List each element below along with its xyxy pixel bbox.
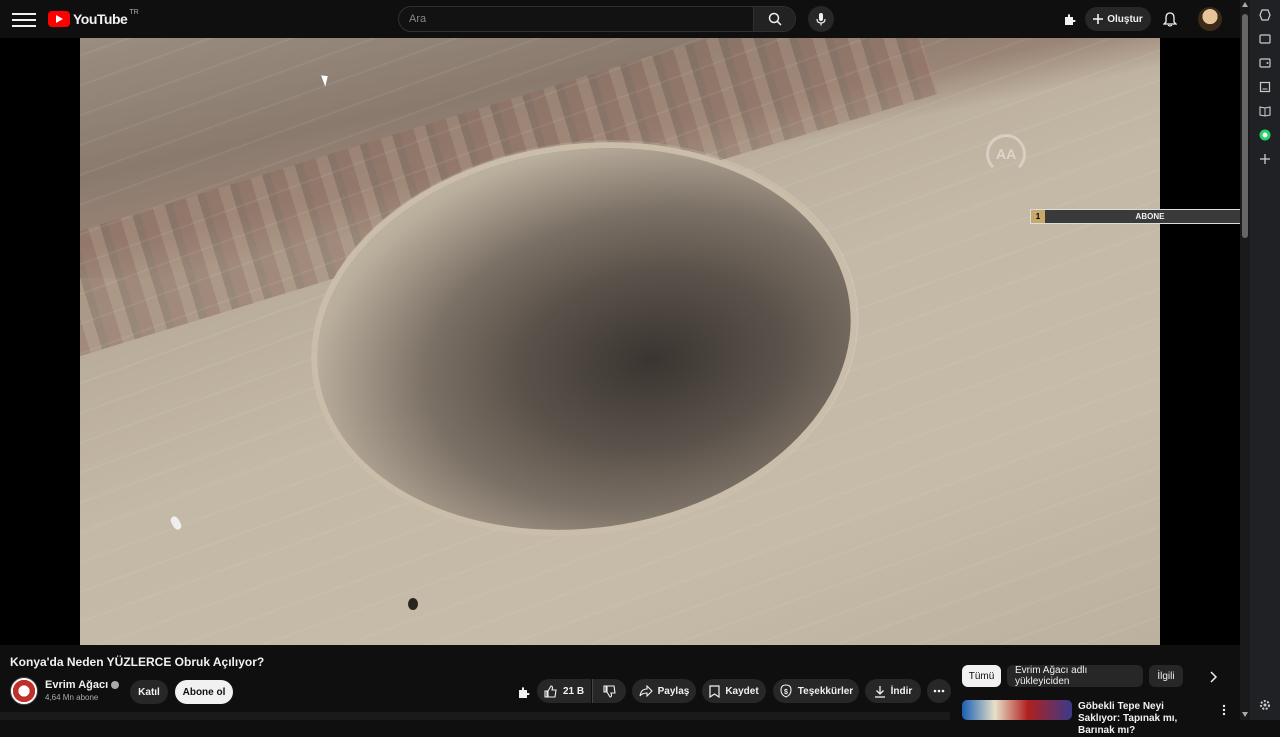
thumbs-down-icon [603, 684, 616, 698]
download-label: İndir [890, 685, 913, 697]
like-button[interactable]: 21 B [537, 679, 591, 703]
puzzle-icon [1065, 14, 1076, 25]
scroll-thumb[interactable] [1242, 14, 1248, 238]
subscribe-button[interactable]: Abone ol [175, 680, 233, 704]
share-label: Paylaş [657, 685, 690, 697]
video-player[interactable]: AA [0, 38, 1240, 645]
video-frame[interactable]: AA [80, 38, 1160, 645]
channel-avatar[interactable] [10, 677, 38, 705]
save-label: Kaydet [725, 685, 759, 697]
side-panel-toggle-icon[interactable] [1258, 8, 1272, 22]
puzzle-icon [519, 687, 530, 698]
scroll-down-icon[interactable] [1242, 712, 1248, 717]
chip-all[interactable]: Tümü [962, 665, 1001, 687]
subscriber-count: 4,64 Mn abone [45, 693, 99, 702]
create-label: Oluştur [1107, 13, 1143, 25]
whatsapp-icon[interactable] [1258, 128, 1272, 142]
more-vertical-icon [1222, 704, 1226, 716]
recommendation-menu-button[interactable] [1212, 698, 1236, 722]
chip-from-uploader[interactable]: Evrim Ağacı adlı yükleyiciden [1007, 665, 1143, 687]
scroll-up-icon[interactable] [1242, 2, 1248, 7]
aa-watermark-text: AA [996, 146, 1017, 162]
account-avatar[interactable] [1198, 7, 1222, 31]
thanks-button[interactable]: $ Teşekkürler [773, 679, 859, 703]
more-actions-button[interactable] [927, 679, 951, 703]
dislike-button[interactable] [592, 679, 626, 703]
search-icon [768, 12, 782, 26]
search-input[interactable] [399, 7, 755, 31]
description-box-edge [0, 712, 950, 720]
masthead: YouTube TR Oluştur [0, 0, 1250, 38]
bookmark-icon [709, 684, 720, 698]
hamburger-icon[interactable] [12, 10, 36, 28]
bell-icon [1163, 11, 1177, 27]
download-button[interactable]: İndir [865, 679, 921, 703]
logo-country: TR [129, 8, 139, 16]
plus-icon [1093, 14, 1104, 24]
extension-action-button[interactable] [512, 680, 536, 704]
more-horizontal-icon [933, 689, 945, 693]
cast-icon[interactable] [1258, 32, 1272, 46]
share-icon [639, 685, 653, 697]
mic-icon [816, 13, 826, 26]
thanks-label: Teşekkürler [797, 685, 854, 697]
search-box [398, 6, 796, 32]
channel-name-text: Evrim Ağacı [45, 679, 109, 691]
download-icon [874, 685, 885, 698]
join-button[interactable]: Katıl [130, 680, 168, 704]
video-title: Konya'da Neden YÜZLERCE Obruk Açılıyor? [10, 655, 265, 669]
share-button[interactable]: Paylaş [632, 679, 696, 703]
chips-next-button[interactable] [1201, 665, 1225, 689]
wallet-icon[interactable] [1258, 56, 1272, 70]
verified-icon [111, 681, 120, 689]
create-button[interactable]: Oluştur [1085, 7, 1151, 31]
youtube-logo[interactable]: YouTube TR [48, 8, 139, 28]
voice-search-button[interactable] [808, 6, 834, 32]
counter-left: 1 [1031, 210, 1045, 223]
recommendation-thumbnail[interactable] [962, 700, 1072, 720]
super-thanks-icon: $ [780, 684, 792, 698]
logo-text: YouTube [73, 11, 128, 27]
settings-gear-icon[interactable] [1258, 698, 1272, 712]
like-count: 21 B [562, 685, 585, 697]
save-button[interactable]: Kaydet [702, 679, 766, 703]
search-button[interactable] [753, 7, 795, 31]
save-icon[interactable] [1258, 80, 1272, 94]
recommendation-title[interactable]: Göbekli Tepe Neyi Saklıyor: Tapınak mı, … [1078, 701, 1198, 737]
svg-text:$: $ [784, 689, 788, 696]
chevron-right-icon [1210, 671, 1217, 683]
notifications-button[interactable] [1158, 7, 1182, 31]
add-panel-icon[interactable] [1258, 152, 1272, 166]
person-figure [408, 598, 418, 610]
reader-icon[interactable] [1258, 104, 1272, 118]
youtube-play-icon [48, 11, 70, 27]
chip-related[interactable]: İlgili [1149, 665, 1183, 687]
channel-name[interactable]: Evrim Ağacı [45, 679, 120, 691]
thumbs-up-icon [544, 684, 557, 698]
counter-label: ABONE [1045, 210, 1255, 223]
extension-button[interactable] [1058, 7, 1082, 31]
